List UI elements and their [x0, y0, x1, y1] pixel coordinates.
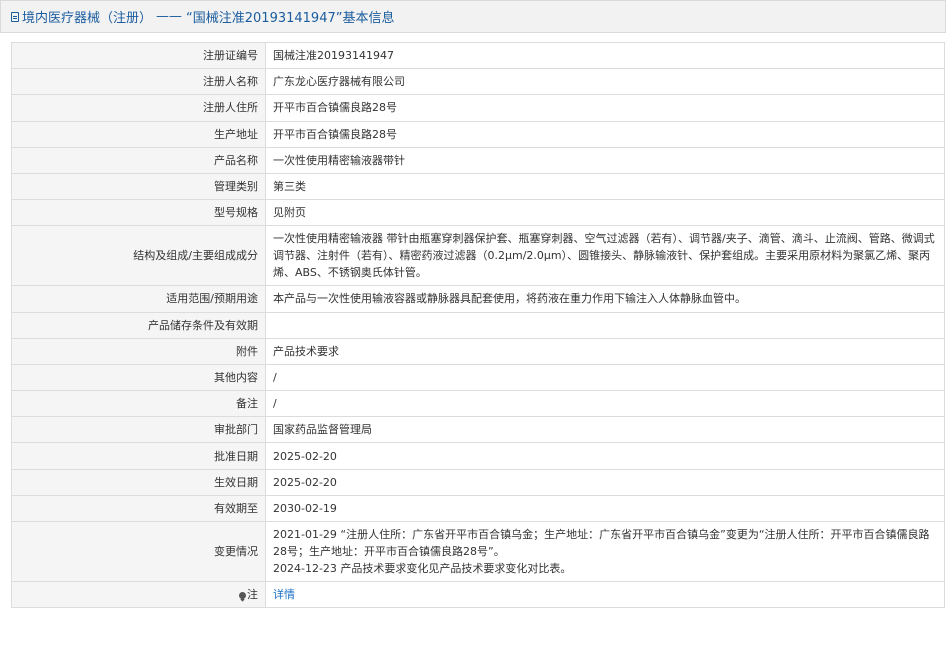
row-label: 注册人住所 — [11, 94, 266, 122]
row-label: 型号规格 — [11, 199, 266, 227]
row-label: 有效期至 — [11, 494, 266, 523]
table-row: 有效期至 2030-02-19 — [11, 494, 945, 523]
table-row: 产品储存条件及有效期 — [11, 311, 945, 339]
row-value: 第三类 — [265, 172, 945, 201]
table-row: 批准日期 2025-02-20 — [11, 442, 945, 470]
table-row: 结构及组成/主要组成成分 一次性使用精密输液器 带针由瓶塞穿刺器保护套、瓶塞穿刺器… — [11, 225, 945, 287]
note-label-cell: 注 — [11, 580, 266, 609]
row-value: / — [265, 363, 945, 392]
row-value: 本产品与一次性使用输液容器或静脉器具配套使用，将药液在重力作用下输注入人体静脉血… — [265, 285, 945, 313]
row-value: 产品技术要求 — [265, 337, 945, 365]
row-value: 国家药品监督管理局 — [265, 416, 945, 444]
row-label: 审批部门 — [11, 416, 266, 444]
header-separator: —— — [156, 9, 183, 24]
table-row: 型号规格 见附页 — [11, 199, 945, 227]
row-value: 国械注准20193141947 — [265, 41, 945, 70]
row-label: 附件 — [11, 337, 266, 365]
row-label: 产品名称 — [11, 146, 266, 174]
row-value: 2030-02-19 — [265, 494, 945, 523]
table-row: 管理类别 第三类 — [11, 172, 945, 201]
row-value: 开平市百合镇儒良路28号 — [265, 120, 945, 148]
table-row: 适用范围/预期用途 本产品与一次性使用输液容器或静脉器具配套使用，将药液在重力作用… — [11, 285, 945, 313]
row-label: 生效日期 — [11, 468, 266, 496]
row-label: 批准日期 — [11, 442, 266, 470]
row-label: 变更情况 — [11, 521, 266, 582]
row-value: 2025-02-20 — [265, 442, 945, 470]
note-label: 注 — [247, 588, 258, 602]
row-label: 注册证编号 — [11, 41, 266, 70]
row-label: 管理类别 — [11, 172, 266, 201]
table-row: 注册人名称 广东龙心医疗器械有限公司 — [11, 68, 945, 96]
page-header: 境内医疗器械（注册） —— “国械注准20193141947”基本信息 — [0, 0, 946, 33]
table-row: 其他内容 / — [11, 363, 945, 392]
document-icon — [11, 11, 19, 22]
table-row: 注册证编号 国械注准20193141947 — [11, 41, 945, 70]
note-value: 详情 — [265, 580, 945, 609]
row-value: 开平市百合镇儒良路28号 — [265, 94, 945, 122]
table-row: 注册人住所 开平市百合镇儒良路28号 — [11, 94, 945, 122]
table-row: 生效日期 2025-02-20 — [11, 468, 945, 496]
table-row: 审批部门 国家药品监督管理局 — [11, 416, 945, 444]
details-link[interactable]: 详情 — [273, 588, 295, 601]
row-label: 产品储存条件及有效期 — [11, 311, 266, 339]
row-label: 适用范围/预期用途 — [11, 285, 266, 313]
row-label: 其他内容 — [11, 363, 266, 392]
header-record-title: “国械注准20193141947”基本信息 — [186, 11, 395, 26]
table-row: 备注 / — [11, 390, 945, 418]
row-label: 结构及组成/主要组成成分 — [11, 225, 266, 287]
row-value: 广东龙心医疗器械有限公司 — [265, 68, 945, 96]
row-label: 备注 — [11, 390, 266, 418]
table-row: 生产地址 开平市百合镇儒良路28号 — [11, 120, 945, 148]
note-row: 注 详情 — [11, 580, 945, 609]
pin-icon — [239, 592, 246, 600]
row-value: 见附页 — [265, 199, 945, 227]
row-label: 注册人名称 — [11, 68, 266, 96]
row-value: / — [265, 390, 945, 418]
row-value: 一次性使用精密输液器 带针由瓶塞穿刺器保护套、瓶塞穿刺器、空气过滤器（若有）、调… — [265, 225, 945, 287]
change-history-row: 变更情况 2021-01-29 “注册人住所：广东省开平市百合镇乌金；生产地址：… — [11, 521, 945, 582]
change-history-value: 2021-01-29 “注册人住所：广东省开平市百合镇乌金；生产地址：广东省开平… — [265, 521, 945, 582]
row-value — [265, 311, 945, 339]
row-value: 2025-02-20 — [265, 468, 945, 496]
registration-info-table: 注册证编号 国械注准20193141947 注册人名称 广东龙心医疗器械有限公司 注… — [11, 41, 945, 609]
row-label: 生产地址 — [11, 120, 266, 148]
table-row: 产品名称 一次性使用精密输液器带针 — [11, 146, 945, 174]
change-entry: 2021-01-29 “注册人住所：广东省开平市百合镇乌金；生产地址：广东省开平… — [273, 528, 930, 558]
row-value: 一次性使用精密输液器带针 — [265, 146, 945, 174]
table-row: 附件 产品技术要求 — [11, 337, 945, 365]
header-category: 境内医疗器械（注册） — [22, 11, 153, 26]
change-entry: 2024-12-23 产品技术要求变化见产品技术要求变化对比表。 — [273, 562, 572, 575]
